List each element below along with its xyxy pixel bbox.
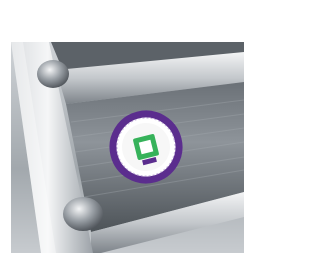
product-photo xyxy=(11,42,244,253)
upper-bolt xyxy=(37,60,69,88)
lower-bolt xyxy=(63,197,103,231)
image-frame xyxy=(0,0,254,253)
photo-scene xyxy=(11,42,244,253)
